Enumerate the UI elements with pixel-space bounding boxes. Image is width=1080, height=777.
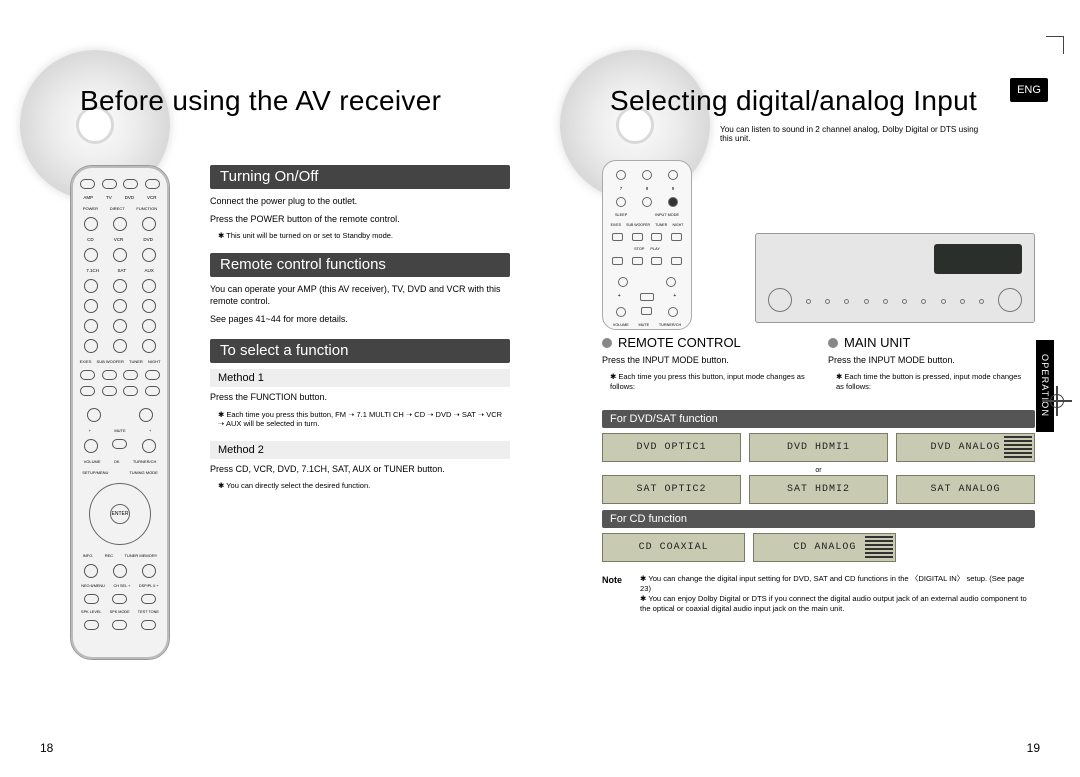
crop-mark-icon	[1046, 36, 1064, 54]
page-19: Selecting digital/analog Input ENG You c…	[540, 0, 1080, 777]
registration-mark-icon	[1048, 392, 1066, 410]
turnon-note: ✱ This unit will be turned on or set to …	[218, 231, 510, 241]
remote-control-heading: REMOTE CONTROL	[602, 335, 812, 350]
remote-illustration: AMPTVDVDVCR POWERDIRECTFUNCTION CDVCRDVD…	[70, 165, 170, 660]
method2-line: Press CD, VCR, DVD, 7.1CH, SAT, AUX or T…	[210, 463, 510, 475]
turnon-line1: Connect the power plug to the outlet.	[210, 195, 510, 207]
note-1: ✱ You can change the digital input setti…	[640, 574, 1035, 595]
page-number-19: 19	[1027, 741, 1040, 755]
section-turning-onoff: Turning On/Off	[210, 165, 510, 189]
method2-note: ✱ You can directly select the desired fu…	[218, 481, 510, 491]
mu-line: Press the INPUT MODE button.	[828, 354, 1022, 366]
note-2: ✱ You can enjoy Dolby Digital or DTS if …	[640, 594, 1035, 615]
main-unit-heading: MAIN UNIT	[828, 335, 1022, 350]
side-tab-operation: OPERATION	[1036, 340, 1054, 432]
rc-note: ✱ Each time you press this button, input…	[610, 372, 812, 392]
lcd-sat-hdmi2: SAT HDMI2	[749, 475, 888, 504]
cd-bar: For CD function	[602, 510, 1035, 528]
page-number-18: 18	[40, 741, 53, 755]
method1-note: ✱ Each time you press this button, FM ➝ …	[218, 410, 510, 430]
section-select-function: To select a function	[210, 339, 510, 363]
note-label: Note	[602, 574, 632, 615]
right-content: REMOTE CONTROL Press the INPUT MODE butt…	[602, 335, 1035, 615]
remote-thumbnail: 789 SLEEPINPUT MODE EX/ESSUB WOOFERTUNER…	[602, 160, 692, 330]
rc-line: Press the INPUT MODE button.	[602, 354, 812, 366]
rcf-line1: You can operate your AMP (this AV receiv…	[210, 283, 510, 307]
page-18: Before using the AV receiver AMPTVDVDVCR…	[0, 0, 540, 777]
page-title-right: Selecting digital/analog Input	[610, 85, 977, 117]
method1-line: Press the FUNCTION button.	[210, 391, 510, 403]
subtitle: You can listen to sound in 2 channel ana…	[720, 125, 990, 143]
main-unit-illustration	[755, 233, 1035, 323]
or-separator: or	[602, 467, 1035, 474]
left-content: Turning On/Off Connect the power plug to…	[210, 165, 510, 503]
lcd-dvd-analog: DVD ANALOG	[896, 433, 1035, 462]
lcd-sat-analog: SAT ANALOG	[896, 475, 1035, 504]
rcf-line2: See pages 41~44 for more details.	[210, 313, 510, 325]
section-remote-functions: Remote control functions	[210, 253, 510, 277]
method2-label: Method 2	[210, 441, 510, 459]
lcd-cd-coaxial: CD COAXIAL	[602, 533, 745, 562]
lcd-dvd-hdmi1: DVD HDMI1	[749, 433, 888, 462]
dpad-icon	[89, 483, 151, 545]
method1-label: Method 1	[210, 369, 510, 387]
lcd-dvd-optic1: DVD OPTIC1	[602, 433, 741, 462]
lcd-sat-optic2: SAT OPTIC2	[602, 475, 741, 504]
turnon-line2: Press the POWER button of the remote con…	[210, 213, 510, 225]
language-badge: ENG	[1010, 78, 1048, 102]
mu-note: ✱ Each time the button is pressed, input…	[836, 372, 1022, 392]
lcd-cd-analog: CD ANALOG	[753, 533, 896, 562]
page-title-left: Before using the AV receiver	[80, 85, 441, 117]
dvd-sat-bar: For DVD/SAT function	[602, 410, 1035, 428]
